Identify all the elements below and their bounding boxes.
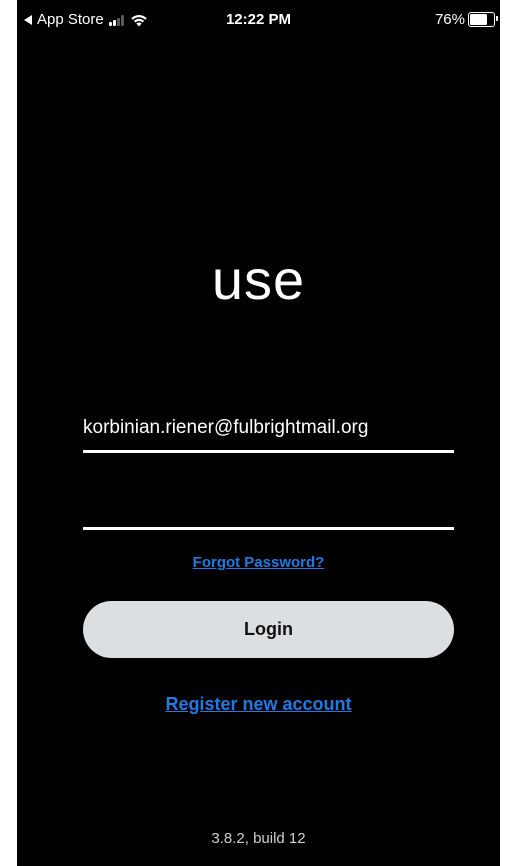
password-field-container (83, 488, 454, 530)
app-version: 3.8.2, build 12 (211, 830, 306, 847)
password-field[interactable] (83, 494, 454, 524)
status-bar: App Store 12:22 PM 76% (17, 0, 500, 40)
battery-status: 76% (434, 11, 498, 28)
login-button[interactable]: Login (83, 601, 454, 658)
battery-icon (468, 12, 498, 27)
app-logo: use (211, 248, 306, 311)
email-field-container (83, 413, 454, 453)
battery-percent: 76% (434, 11, 465, 28)
app-screen: App Store 12:22 PM 76% use korbinian.rie… (17, 0, 500, 866)
status-time: 12:22 PM (225, 11, 292, 28)
register-account-link[interactable]: Register new account (17, 694, 500, 715)
email-field[interactable] (83, 413, 454, 443)
forgot-password-link[interactable]: Forgot Password? (17, 554, 500, 571)
